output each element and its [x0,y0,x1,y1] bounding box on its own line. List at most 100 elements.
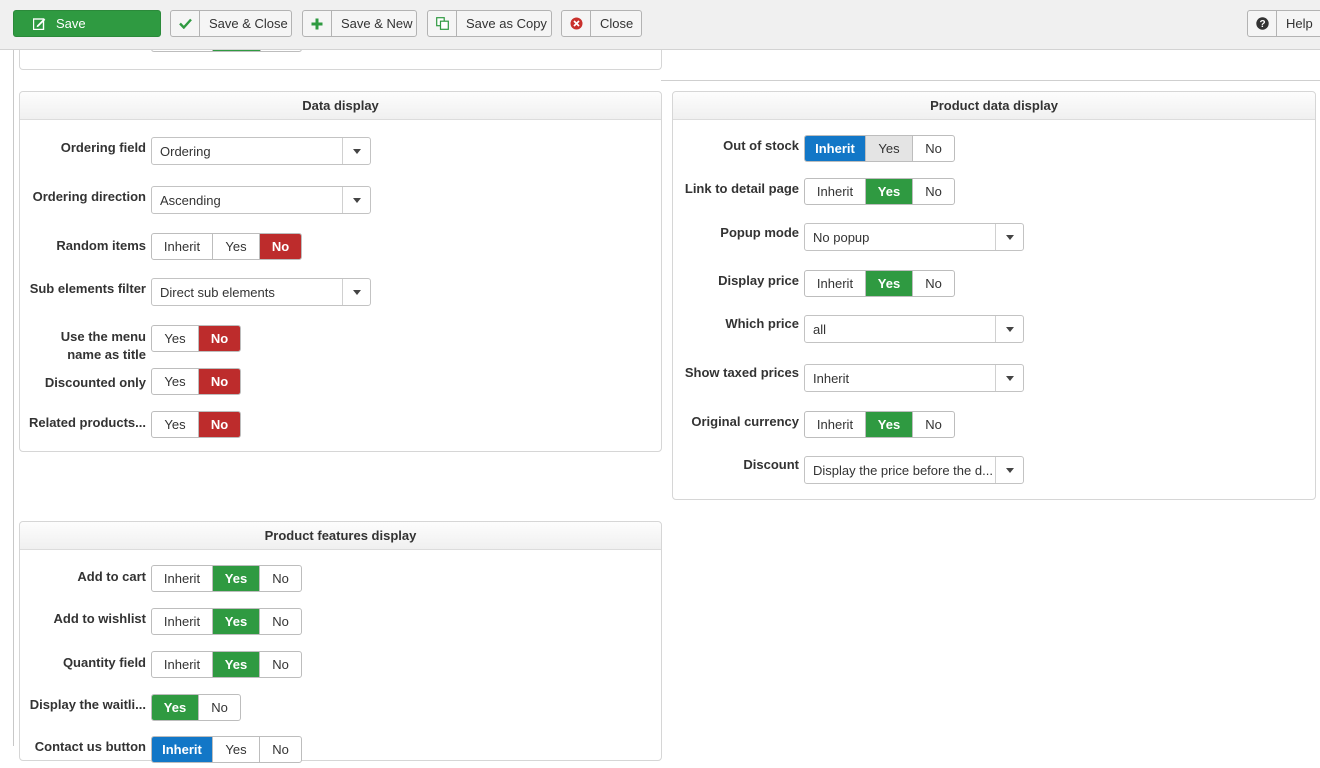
original-currency-yes[interactable]: Yes [866,412,913,437]
data-display-title: Data display [20,92,661,120]
save-button[interactable]: Save [13,10,161,37]
random-items-inherit[interactable]: Inherit [152,234,213,259]
discounted-only-label: Discounted only [44,375,146,390]
menu-name-title-yes[interactable]: Yes [152,326,199,351]
question-icon: ? [1248,11,1277,36]
random-items-yes[interactable]: Yes [213,234,260,259]
menu-name-title-no[interactable]: No [199,326,240,351]
save-close-label: Save & Close [209,16,288,31]
popup-mode-value: No popup [813,229,870,245]
add-to-cart-toggle[interactable]: Inherit Yes No [151,565,302,592]
random-items-toggle[interactable]: Inherit Yes No [151,233,302,260]
display-price-inherit[interactable]: Inherit [805,271,866,296]
save-new-button[interactable]: Save & New [302,10,417,37]
related-products-yes[interactable]: Yes [152,412,199,437]
save-close-button[interactable]: Save & Close [170,10,292,37]
chevron-down-icon [342,187,370,213]
out-of-stock-toggle[interactable]: Inherit Yes No [804,135,955,162]
display-waitlist-toggle[interactable]: Yes No [151,694,241,721]
toolbar: Save Save & Close Save & New Save as Cop… [0,0,1320,50]
close-button[interactable]: Close [561,10,642,37]
discounted-only-no[interactable]: No [199,369,240,394]
display-price-yes[interactable]: Yes [866,271,913,296]
original-currency-inherit[interactable]: Inherit [805,412,866,437]
save-new-label: Save & New [341,16,413,31]
original-currency-toggle[interactable]: Inherit Yes No [804,411,955,438]
quantity-field-inherit[interactable]: Inherit [152,652,213,677]
link-detail-no[interactable]: No [913,179,954,204]
ordering-direction-select[interactable]: Ascending [151,186,371,214]
edit-icon [14,11,52,36]
which-price-select[interactable]: all [804,315,1024,343]
display-waitlist-yes[interactable]: Yes [152,695,199,720]
show-taxed-value: Inherit [813,370,850,386]
save-label: Save [56,16,86,31]
contact-us-no[interactable]: No [260,737,301,762]
add-to-wishlist-yes[interactable]: Yes [213,609,260,634]
contact-us-inherit[interactable]: Inherit [152,737,213,762]
random-items-label: Random items [56,238,146,253]
ordering-direction-label: Ordering direction [32,189,146,204]
chevron-down-icon [995,365,1023,391]
add-to-cart-yes[interactable]: Yes [213,566,260,591]
link-detail-yes[interactable]: Yes [866,179,913,204]
content-left-border [13,50,14,746]
add-to-wishlist-toggle[interactable]: Inherit Yes No [151,608,302,635]
display-waitlist-label: Display the waitli... [29,697,146,712]
product-features-display-card: Product features display Add to cart Inh… [19,521,662,763]
discount-value: Display the price before the d... [813,462,993,478]
out-of-stock-no[interactable]: No [913,136,954,161]
chevron-down-icon [342,138,370,164]
add-to-cart-inherit[interactable]: Inherit [152,566,213,591]
out-of-stock-label: Out of stock [723,138,799,153]
related-products-no[interactable]: No [199,412,240,437]
display-price-no[interactable]: No [913,271,954,296]
popup-mode-label: Popup mode [720,225,799,240]
menu-name-title-toggle[interactable]: Yes No [151,325,241,352]
ordering-field-label: Ordering field [60,140,146,155]
add-to-wishlist-inherit[interactable]: Inherit [152,609,213,634]
discounted-only-toggle[interactable]: Yes No [151,368,241,395]
chevron-down-icon [995,457,1023,483]
random-items-no[interactable]: No [260,234,301,259]
help-button[interactable]: ? Help [1247,10,1320,37]
contact-us-toggle[interactable]: Inherit Yes No [151,736,302,763]
save-copy-button[interactable]: Save as Copy [427,10,552,37]
original-currency-label: Original currency [691,414,799,429]
chevron-down-icon [342,279,370,305]
original-currency-no[interactable]: No [913,412,954,437]
svg-text:?: ? [1259,19,1265,30]
contact-us-yes[interactable]: Yes [213,737,260,762]
ordering-field-select[interactable]: Ordering [151,137,371,165]
sub-elements-filter-label: Sub elements filter [29,281,146,296]
discount-select[interactable]: Display the price before the d... [804,456,1024,484]
close-icon [562,11,591,36]
data-display-card: Data display Ordering field Ordering Ord… [19,91,662,452]
discount-label: Discount [743,457,799,472]
out-of-stock-inherit[interactable]: Inherit [805,136,866,161]
add-to-cart-no[interactable]: No [260,566,301,591]
add-to-wishlist-no[interactable]: No [260,609,301,634]
close-label: Close [600,16,634,31]
out-of-stock-yes[interactable]: Yes [866,136,913,161]
ordering-field-value: Ordering [160,143,211,159]
show-taxed-select[interactable]: Inherit [804,364,1024,392]
quantity-field-no[interactable]: No [260,652,301,677]
menu-name-title-label: Use the menu name as title [60,329,146,362]
copy-icon [428,11,457,36]
related-products-toggle[interactable]: Yes No [151,411,241,438]
related-products-label: Related products... [28,415,146,430]
sub-elements-filter-select[interactable]: Direct sub elements [151,278,371,306]
save-copy-label: Save as Copy [466,16,547,31]
link-detail-toggle[interactable]: Inherit Yes No [804,178,955,205]
check-icon [171,11,200,36]
display-price-toggle[interactable]: Inherit Yes No [804,270,955,297]
discounted-only-yes[interactable]: Yes [152,369,199,394]
product-features-display-title: Product features display [20,522,661,550]
quantity-field-toggle[interactable]: Inherit Yes No [151,651,302,678]
quantity-field-label: Quantity field [62,655,146,670]
link-detail-inherit[interactable]: Inherit [805,179,866,204]
quantity-field-yes[interactable]: Yes [213,652,260,677]
popup-mode-select[interactable]: No popup [804,223,1024,251]
display-waitlist-no[interactable]: No [199,695,240,720]
